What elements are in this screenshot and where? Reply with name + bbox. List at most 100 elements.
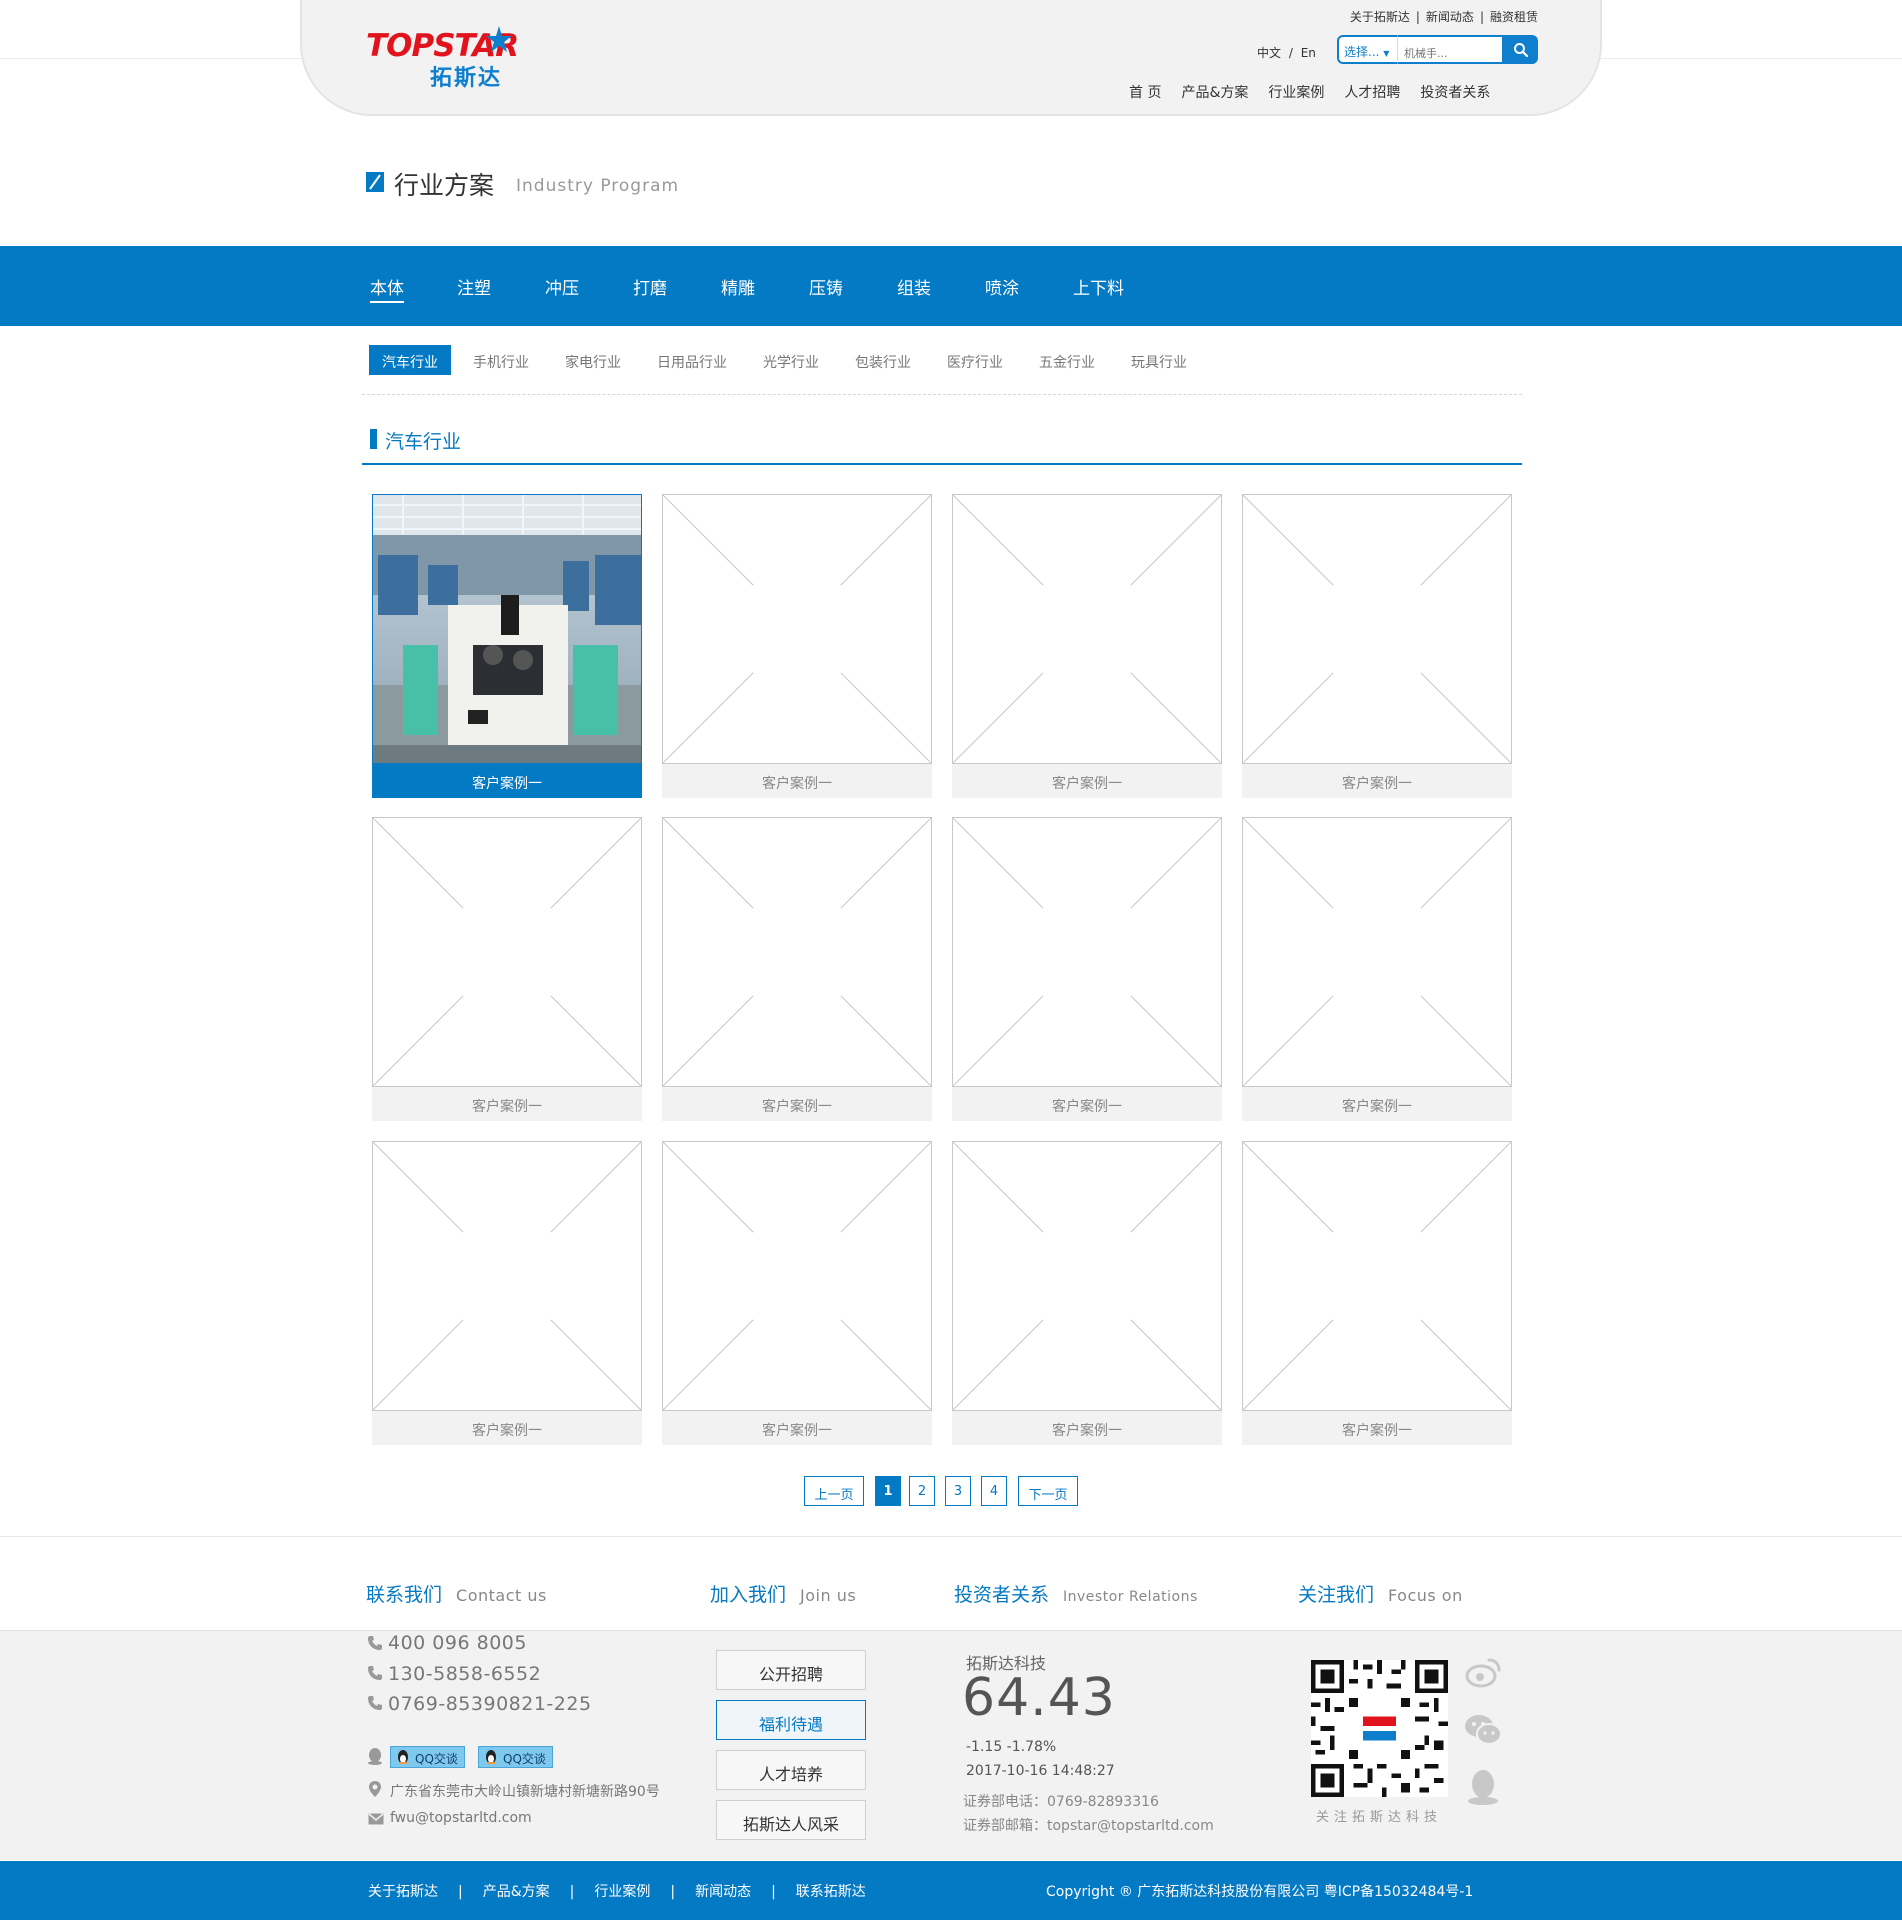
phone-icon (368, 1636, 382, 1650)
utility-links: 关于拓斯达 | 新闻动态 | 融资租赁 (1350, 8, 1538, 25)
investor-phone: 证券部电话：0769-82893316 (963, 1794, 1159, 1810)
category-tab-engraving[interactable]: 精雕 (721, 274, 755, 299)
footer-links: 关于拓斯达 | 产品&方案 | 行业案例 | 新闻动态 | 联系拓斯达 (368, 1881, 866, 1901)
case-caption: 客户案例一 (372, 764, 642, 798)
qq-social-icon[interactable] (1463, 1766, 1503, 1806)
category-tab-body[interactable]: 本体 (370, 274, 404, 303)
category-tab-assembly[interactable]: 组装 (897, 274, 931, 299)
pagination-page-2[interactable]: 2 (909, 1476, 935, 1506)
sub-tab-hardware[interactable]: 五金行业 (1039, 345, 1095, 375)
stock-change: -1.15 -1.78% (966, 1739, 1057, 1755)
pagination-page-1[interactable]: 1 (875, 1476, 901, 1506)
pagination-page-3[interactable]: 3 (945, 1476, 971, 1506)
sub-tab-daily[interactable]: 日用品行业 (657, 345, 727, 375)
sub-tab-auto[interactable]: 汽车行业 (369, 345, 451, 375)
footer-link-news[interactable]: 新闻动态 (695, 1884, 751, 1900)
search-input[interactable] (1397, 35, 1504, 64)
image-placeholder (662, 817, 932, 1087)
pagination-page-4[interactable]: 4 (981, 1476, 1007, 1506)
penguin-icon (486, 1750, 496, 1764)
location-pin-icon (369, 1781, 381, 1797)
placeholder-icon (663, 818, 931, 1086)
lang-cn[interactable]: 中文 (1257, 46, 1281, 60)
follow-title-en: Focus on (1388, 1586, 1463, 1605)
search-select-label: 选择... (1344, 45, 1380, 59)
category-bar: 本体 注塑 冲压 打磨 精雕 压铸 组装 喷涂 上下料 (0, 246, 1902, 326)
footer-link-sep: | (670, 1884, 676, 1900)
case-card[interactable]: 客户案例一 (372, 494, 642, 798)
category-tab-grinding[interactable]: 打磨 (633, 274, 667, 299)
join-button-training[interactable]: 人才培养 (716, 1750, 866, 1790)
join-button-culture[interactable]: 拓斯达人风采 (716, 1800, 866, 1840)
placeholder-icon (953, 818, 1221, 1086)
sub-tab-medical[interactable]: 医疗行业 (947, 345, 1003, 375)
sub-tab-packaging[interactable]: 包装行业 (855, 345, 911, 375)
footer-heading-contact: 联系我们 Contact us (366, 1580, 547, 1607)
weibo-icon[interactable] (1463, 1652, 1503, 1692)
sub-tab-phone[interactable]: 手机行业 (473, 345, 529, 375)
phone-office: 0769-85390821-225 (388, 1693, 592, 1715)
logo[interactable]: TOPSTAR 拓斯达 (366, 24, 536, 91)
page-title-en: Industry Program (516, 176, 680, 196)
util-link-leasing[interactable]: 融资租赁 (1490, 10, 1538, 24)
wechat-icon[interactable] (1463, 1710, 1503, 1750)
search-button[interactable] (1503, 35, 1538, 64)
category-tab-stamping[interactable]: 冲压 (545, 274, 579, 299)
nav-item-careers[interactable]: 人才招聘 (1344, 85, 1400, 101)
qr-code-icon (1311, 1660, 1448, 1797)
join-button-recruitment[interactable]: 公开招聘 (716, 1650, 866, 1690)
case-card[interactable]: 客户案例一 (372, 1141, 642, 1445)
case-card[interactable]: 客户案例一 (1242, 1141, 1512, 1445)
phone-icon (368, 1666, 382, 1680)
sub-tab-optical[interactable]: 光学行业 (763, 345, 819, 375)
image-placeholder (372, 817, 642, 1087)
sub-tab-toy[interactable]: 玩具行业 (1131, 345, 1187, 375)
case-card[interactable]: 客户案例一 (952, 494, 1222, 798)
pagination-next[interactable]: 下一页 (1018, 1476, 1078, 1506)
case-card[interactable]: 客户案例一 (662, 494, 932, 798)
footer-link-cases[interactable]: 行业案例 (594, 1884, 650, 1900)
category-tab-diecasting[interactable]: 压铸 (809, 274, 843, 299)
image-placeholder (1242, 1141, 1512, 1411)
category-tab-loading[interactable]: 上下料 (1073, 274, 1124, 299)
lang-en[interactable]: En (1301, 46, 1316, 60)
footer-link-products[interactable]: 产品&方案 (483, 1884, 550, 1900)
section-marker (370, 429, 377, 449)
case-card[interactable]: 客户案例一 (662, 1141, 932, 1445)
case-card[interactable]: 客户案例一 (662, 817, 932, 1121)
footer-link-about[interactable]: 关于拓斯达 (368, 1884, 438, 1900)
email[interactable]: fwu@topstarltd.com (390, 1810, 532, 1826)
case-card[interactable]: 客户案例一 (952, 817, 1222, 1121)
category-tab-injection[interactable]: 注塑 (457, 274, 491, 299)
nav-item-cases[interactable]: 行业案例 (1268, 85, 1324, 101)
nav-item-investors[interactable]: 投资者关系 (1420, 85, 1490, 101)
language-switch: 中文 / En (1257, 44, 1316, 61)
case-caption: 客户案例一 (952, 764, 1222, 798)
util-link-news[interactable]: 新闻动态 (1426, 10, 1474, 24)
case-card[interactable]: 客户案例一 (372, 817, 642, 1121)
join-button-benefits[interactable]: 福利待遇 (716, 1700, 866, 1740)
divider (362, 394, 1522, 395)
phone-hotline: 400 096 8005 (388, 1632, 527, 1654)
search-bar: 选择... ▼ (1337, 35, 1538, 64)
nav-item-home[interactable]: 首 页 (1129, 85, 1161, 101)
nav-item-products[interactable]: 产品&方案 (1181, 85, 1248, 101)
case-card[interactable]: 客户案例一 (1242, 817, 1512, 1121)
case-card[interactable]: 客户案例一 (1242, 494, 1512, 798)
footer-link-contact[interactable]: 联系拓斯达 (796, 1884, 866, 1900)
sub-tab-appliance[interactable]: 家电行业 (565, 345, 621, 375)
factory-photo (373, 495, 641, 763)
category-tab-spraying[interactable]: 喷涂 (985, 274, 1019, 299)
case-card[interactable]: 客户案例一 (952, 1141, 1222, 1445)
contact-title-en: Contact us (456, 1586, 547, 1605)
pagination-prev[interactable]: 上一页 (804, 1476, 864, 1506)
copyright: Copyright ® 广东拓斯达科技股份有限公司 粤ICP备15032484号… (1046, 1884, 1474, 1900)
case-caption: 客户案例一 (952, 1087, 1222, 1121)
phone-mobile: 130-5858-6552 (388, 1663, 542, 1685)
join-title: 加入我们 (710, 1584, 787, 1606)
placeholder-icon (953, 495, 1221, 763)
investor-email[interactable]: 证券部邮箱：topstar@topstarltd.com (963, 1815, 1214, 1835)
search-category-select[interactable]: 选择... ▼ (1337, 35, 1399, 64)
util-link-about[interactable]: 关于拓斯达 (1350, 10, 1410, 24)
qq-label: QQ交谈 (503, 1752, 546, 1766)
